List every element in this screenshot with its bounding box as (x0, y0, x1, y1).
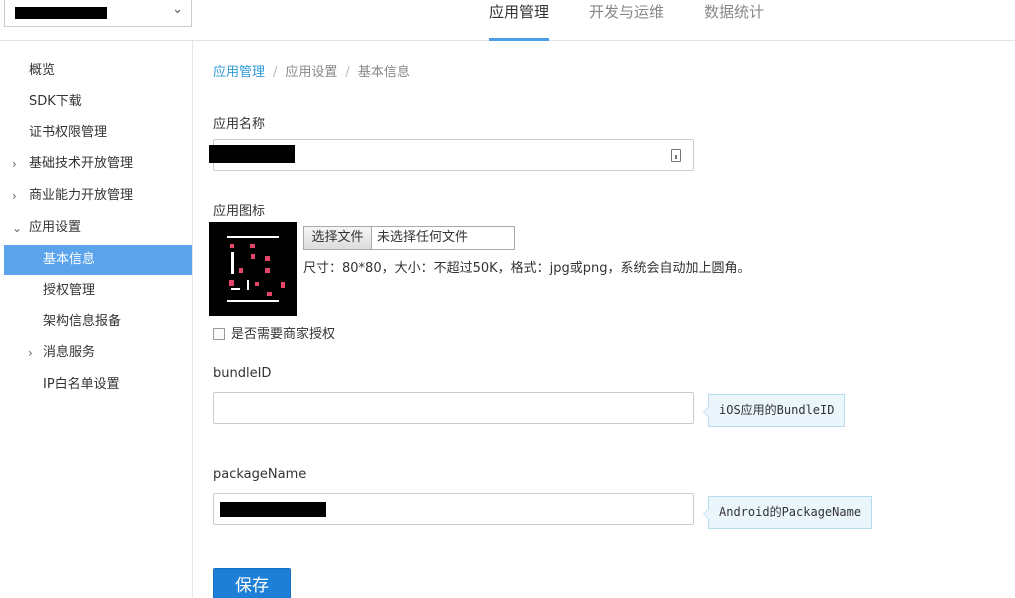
sidebar-item-overview[interactable]: 概览 (4, 56, 192, 86)
chevron-down-icon: ⌄ (12, 221, 23, 235)
breadcrumb-separator: / (345, 65, 350, 80)
tab-dev-ops[interactable]: 开发与运维 (589, 0, 664, 41)
chevron-right-icon: › (12, 157, 17, 171)
icon-size-hint: 尺寸：80*80，大小：不超过50K，格式：jpg或png，系统会自动加上圆角。 (303, 261, 751, 276)
sidebar-item-app-settings[interactable]: ⌄ 应用设置 (4, 213, 192, 243)
sidebar-item-label: 证书权限管理 (29, 125, 108, 140)
bundle-id-label: bundleID (213, 366, 272, 381)
top-nav-tabs: 应用管理 开发与运维 数据统计 (489, 0, 804, 41)
merchant-auth-checkbox[interactable] (213, 328, 225, 340)
breadcrumb-separator: / (273, 65, 278, 80)
bundle-id-tooltip: iOS应用的BundleID (702, 394, 846, 427)
sidebar-item-ip-whitelist[interactable]: IP白名单设置 (4, 370, 192, 400)
chevron-down-icon: ⌄ (172, 2, 183, 17)
sidebar-item-architecture-filing[interactable]: 架构信息报备 (4, 307, 192, 337)
breadcrumb: 应用管理 / 应用设置 / 基本信息 (213, 61, 410, 80)
sidebar-item-cert-permissions[interactable]: 证书权限管理 (4, 118, 192, 148)
sidebar-item-basic-info[interactable]: 基本信息 (4, 245, 192, 275)
sidebar-item-label: 消息服务 (43, 345, 96, 360)
sidebar-item-label: 商业能力开放管理 (29, 188, 134, 203)
sidebar: 概览 SDK下载 证书权限管理 › 基础技术开放管理 › 商业能力开放管理 ⌄ … (0, 41, 193, 598)
sidebar-item-label: 基本信息 (43, 252, 96, 267)
top-bar: ⌄ 应用管理 开发与运维 数据统计 (0, 0, 1015, 41)
app-selector-dropdown[interactable]: ⌄ (4, 0, 192, 27)
app-icon-preview (209, 222, 297, 316)
sidebar-item-basic-tech[interactable]: › 基础技术开放管理 (4, 149, 192, 179)
merchant-auth-label: 是否需要商家授权 (231, 327, 336, 342)
app-icon-label: 应用图标 (213, 204, 266, 219)
save-button[interactable]: 保存 (213, 568, 291, 598)
sidebar-item-sdk-download[interactable]: SDK下载 (4, 87, 192, 117)
contact-card-icon (671, 149, 681, 162)
sidebar-item-label: 应用设置 (29, 220, 82, 235)
merchant-auth-row: 是否需要商家授权 (213, 326, 335, 344)
sidebar-item-label: 基础技术开放管理 (29, 156, 134, 171)
app-icon-file-input[interactable]: 选择文件 未选择任何文件 (303, 226, 515, 250)
redacted-app-name-value (209, 145, 295, 163)
tab-app-management[interactable]: 应用管理 (489, 0, 550, 41)
redacted-app-name (15, 7, 107, 19)
package-name-tooltip: Android的PackageName (702, 496, 873, 529)
breadcrumb-app-management[interactable]: 应用管理 (213, 65, 265, 80)
breadcrumb-basic-info: 基本信息 (357, 65, 410, 80)
app-name-label: 应用名称 (213, 117, 266, 132)
chevron-right-icon: › (28, 346, 33, 360)
tab-data-statistics[interactable]: 数据统计 (704, 0, 764, 41)
breadcrumb-app-settings: 应用设置 (285, 65, 338, 80)
sidebar-item-business-capability[interactable]: › 商业能力开放管理 (4, 181, 192, 211)
chevron-right-icon: › (12, 189, 17, 203)
sidebar-item-message-service[interactable]: › 消息服务 (4, 338, 192, 368)
package-name-label: packageName (213, 467, 307, 482)
sidebar-item-authorization[interactable]: 授权管理 (4, 276, 192, 306)
choose-file-button[interactable]: 选择文件 (304, 227, 372, 249)
sidebar-item-label: 架构信息报备 (43, 314, 122, 329)
redacted-package-name-value (220, 502, 326, 517)
sidebar-item-label: 概览 (29, 63, 56, 78)
sidebar-item-label: IP白名单设置 (43, 377, 120, 392)
bundle-id-field[interactable] (213, 392, 694, 424)
sidebar-item-label: 授权管理 (43, 283, 96, 298)
sidebar-item-label: SDK下载 (29, 94, 82, 109)
file-status-text: 未选择任何文件 (377, 230, 469, 245)
